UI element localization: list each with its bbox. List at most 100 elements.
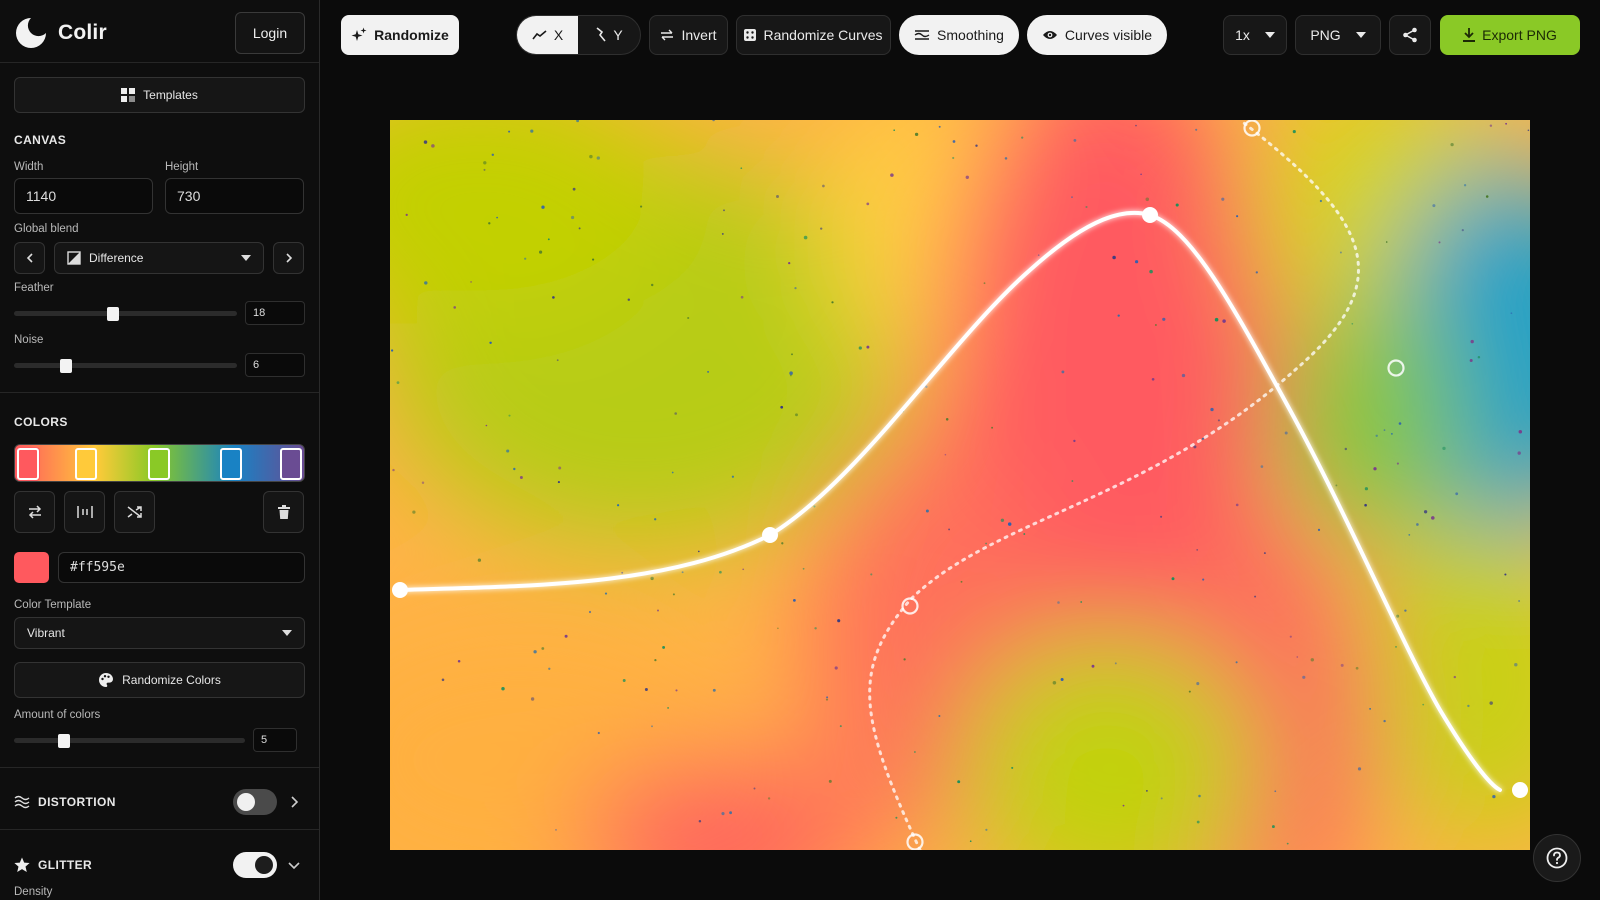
share-button[interactable] <box>1389 15 1431 55</box>
glitter-speck <box>753 787 756 790</box>
invert-button[interactable]: Invert <box>649 15 728 55</box>
color-stop[interactable] <box>75 448 97 480</box>
canvas-artwork[interactable] <box>390 120 1530 850</box>
color-gradient-bar[interactable] <box>14 444 305 482</box>
chevron-right-icon <box>285 253 292 263</box>
divider <box>0 62 319 63</box>
feather-slider-thumb[interactable] <box>106 307 119 321</box>
export-png-button[interactable]: Export PNG <box>1440 15 1580 55</box>
login-button[interactable]: Login <box>235 12 305 54</box>
scale-select[interactable]: 1x <box>1223 15 1287 55</box>
glitter-speck <box>1201 437 1204 440</box>
distribute-colors-button[interactable] <box>64 491 105 533</box>
waves-icon <box>14 795 30 809</box>
curves-visible-label: Curves visible <box>1064 27 1153 43</box>
curve-x-handle[interactable] <box>1142 207 1158 223</box>
glitter-label: GLITTER <box>38 858 93 872</box>
noise-slider-track[interactable] <box>14 363 237 368</box>
glitter-speck <box>1061 370 1065 374</box>
glitter-speck <box>1284 431 1288 435</box>
glitter-speck <box>1255 271 1258 274</box>
swap-colors-button[interactable] <box>14 491 55 533</box>
curve-x-handle[interactable] <box>392 582 408 598</box>
glitter-speck <box>1091 664 1095 668</box>
trend-icon <box>596 27 606 42</box>
glitter-speck <box>837 619 841 623</box>
glitter-speck <box>985 828 988 831</box>
glitter-speck <box>991 426 994 429</box>
chevron-down-icon <box>282 630 292 636</box>
shuffle-colors-button[interactable] <box>114 491 155 533</box>
glitter-speck <box>431 144 435 148</box>
global-blend-select[interactable]: Difference <box>54 242 264 274</box>
blend-prev-button[interactable] <box>14 242 45 274</box>
glitter-speck <box>1274 790 1277 793</box>
feather-value-input[interactable]: 18 <box>245 301 305 325</box>
glitter-speck <box>975 144 978 147</box>
feather-slider-track[interactable] <box>14 311 237 316</box>
noise-slider-thumb[interactable] <box>60 359 73 373</box>
randomize-curves-button[interactable]: Randomize Curves <box>736 15 891 55</box>
glitter-speck <box>925 509 929 513</box>
glitter-speck <box>1085 205 1088 209</box>
color-stop[interactable] <box>17 448 39 480</box>
glitter-speck <box>457 660 461 663</box>
glitter-speck <box>1357 767 1362 771</box>
amount-of-colors-slider-thumb[interactable] <box>57 734 70 748</box>
chevron-down-icon[interactable] <box>288 860 300 870</box>
help-button[interactable] <box>1533 834 1581 882</box>
global-blend-label: Global blend <box>14 223 79 235</box>
glitter-speck <box>506 449 510 453</box>
axis-y-button[interactable]: Y <box>578 16 640 54</box>
distortion-toggle[interactable] <box>233 789 277 815</box>
glitter-speck <box>667 706 670 709</box>
color-stop[interactable] <box>148 448 170 480</box>
format-select[interactable]: PNG <box>1295 15 1381 55</box>
glitter-speck <box>1011 766 1014 769</box>
glitter-speck <box>1071 480 1074 482</box>
glitter-toggle[interactable] <box>233 852 277 878</box>
gradient-canvas[interactable] <box>390 120 1530 850</box>
glitter-speck <box>483 161 487 165</box>
amount-of-colors-slider-track[interactable] <box>14 738 245 743</box>
glitter-speck <box>1340 663 1344 667</box>
glitter-speck <box>539 250 543 254</box>
randomize-button[interactable]: Randomize <box>341 15 459 55</box>
glitter-speck <box>1160 797 1163 800</box>
curve-x-handle[interactable] <box>762 527 778 543</box>
colors-section-title: COLORS <box>14 415 68 429</box>
glitter-speck <box>508 130 511 133</box>
width-input[interactable]: 1140 <box>14 178 153 214</box>
chevron-right-icon[interactable] <box>289 796 299 808</box>
glitter-speck <box>650 283 654 287</box>
delete-color-button[interactable] <box>263 491 304 533</box>
blend-next-button[interactable] <box>273 242 304 274</box>
glitter-speck <box>1160 515 1163 518</box>
templates-button[interactable]: Templates <box>14 77 305 113</box>
color-template-select[interactable]: Vibrant <box>14 617 305 649</box>
glitter-speck <box>1364 487 1368 491</box>
selected-color-swatch[interactable] <box>14 552 49 583</box>
curves-visible-toggle[interactable]: Curves visible <box>1027 15 1167 55</box>
glitter-speck <box>1395 646 1397 648</box>
axis-x-label: X <box>553 27 564 43</box>
glitter-speck <box>1404 609 1407 612</box>
amount-of-colors-input[interactable]: 5 <box>253 728 297 752</box>
noise-value-input[interactable]: 6 <box>245 353 305 377</box>
curve-x-handle[interactable] <box>1512 782 1528 798</box>
glitter-speck <box>396 381 400 384</box>
axis-x-button[interactable]: X <box>517 16 579 54</box>
color-stop[interactable] <box>220 448 242 480</box>
glitter-speck <box>870 573 873 576</box>
smoothing-toggle[interactable]: Smoothing <box>899 15 1019 55</box>
glitter-speck <box>1181 373 1186 378</box>
randomize-colors-button[interactable]: Randomize Colors <box>14 662 305 698</box>
hex-color-input[interactable]: #ff595e <box>58 552 305 583</box>
color-stop[interactable] <box>280 448 302 480</box>
glitter-speck <box>1023 533 1026 535</box>
glitter-speck <box>1310 658 1315 662</box>
glitter-speck <box>780 405 784 409</box>
glitter-speck <box>672 593 675 596</box>
glitter-speck <box>793 599 796 602</box>
height-input[interactable]: 730 <box>165 178 304 214</box>
